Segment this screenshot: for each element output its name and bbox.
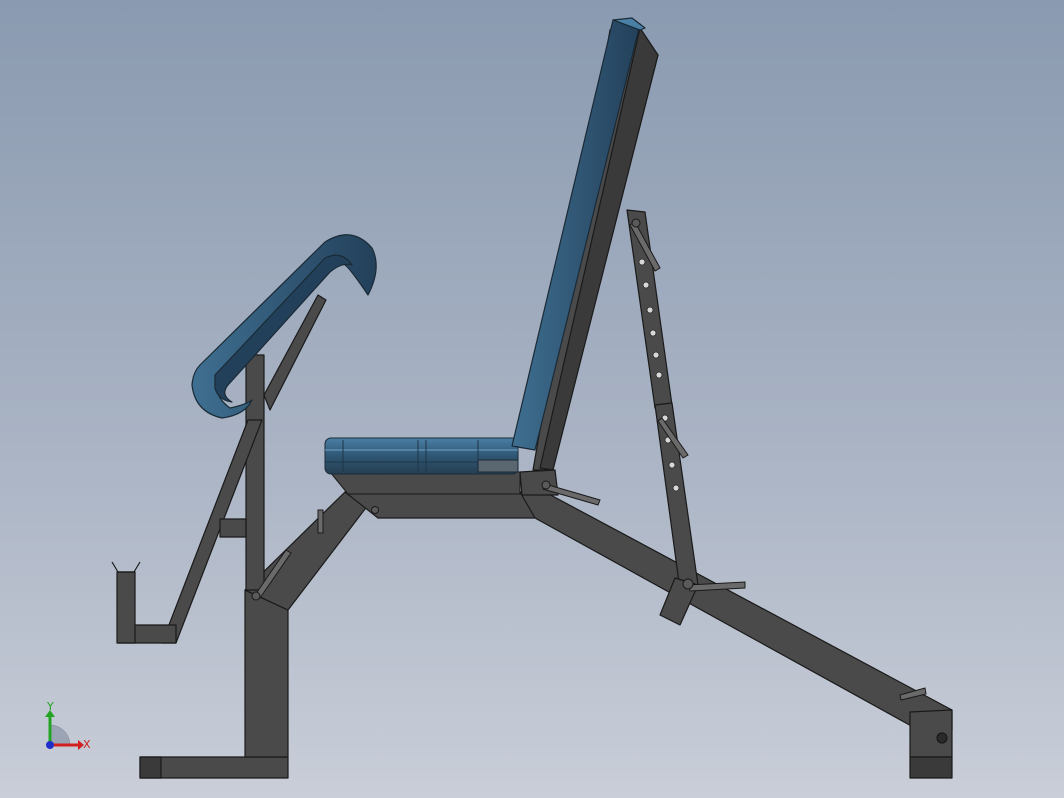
pin-top-head <box>631 218 641 228</box>
front-foot[interactable] <box>909 756 953 779</box>
ladder-hole <box>668 461 676 469</box>
triad-disc <box>49 724 71 746</box>
backrest-pad[interactable] <box>511 19 641 451</box>
arm-pad-crossbar <box>219 518 247 538</box>
ladder-hole <box>672 484 680 492</box>
ladder-hole <box>642 281 650 289</box>
ladder-hole <box>649 329 657 337</box>
rear-foot-cap <box>139 756 162 779</box>
pin-rear-head <box>251 591 261 601</box>
seat-rail[interactable] <box>344 491 536 519</box>
ladder-hole <box>652 351 660 359</box>
pin-rear-seat[interactable] <box>317 509 324 534</box>
cad-viewport[interactable]: Y X <box>0 0 1064 798</box>
front-beam[interactable] <box>519 491 953 731</box>
arm-pad-post[interactable] <box>245 354 265 591</box>
dumbbell-holder-post[interactable] <box>116 571 136 644</box>
front-foot-pivot <box>936 732 948 744</box>
arm-pad[interactable] <box>191 234 377 419</box>
triad-z-axis <box>46 741 54 749</box>
bench-model-view[interactable]: Y X <box>0 0 1064 798</box>
ladder-hole <box>655 371 663 379</box>
pin-seat-bolt <box>371 506 379 514</box>
ladder-hole <box>638 258 646 266</box>
triad-y-label: Y <box>46 700 54 713</box>
dumbbell-holder-cradle <box>111 561 141 573</box>
coordinate-triad: Y X <box>45 700 91 751</box>
rear-seat-beam[interactable] <box>244 491 379 611</box>
pin-seat-head <box>541 480 551 490</box>
ladder-hole <box>646 306 654 314</box>
rear-post[interactable] <box>244 589 289 758</box>
seat[interactable] <box>324 437 521 495</box>
triad-x-label: X <box>83 738 91 751</box>
seat-end-cap <box>477 459 519 473</box>
pin-foot-head <box>682 578 694 590</box>
seat-base-plate <box>328 471 521 495</box>
front-foot-block[interactable] <box>909 709 953 758</box>
rear-foot[interactable] <box>139 756 289 779</box>
